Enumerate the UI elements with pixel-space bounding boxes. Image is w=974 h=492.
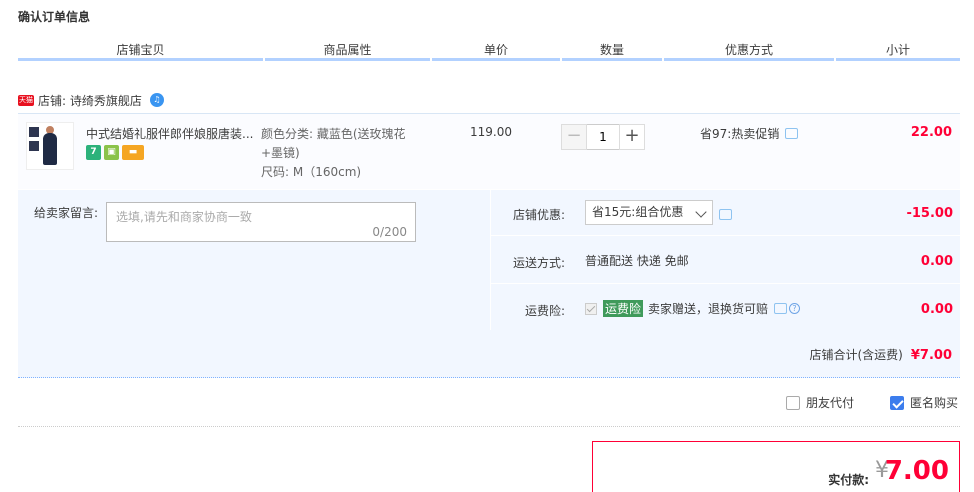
shop-total-label: 店铺合计(含运费)	[809, 348, 903, 362]
shop-row: 天猫 店铺: 诗绮秀旗舰店 ♫	[18, 90, 164, 110]
shipping-label: 运送方式:	[512, 256, 565, 270]
payment-summary: 实付款: ¥ 7.00	[592, 441, 960, 492]
shipping-amount: 0.00	[920, 254, 953, 269]
quantity-input[interactable]	[587, 124, 619, 150]
fee-section: 店铺优惠: 省15元:组合优惠 -15.00 运送方式: 普通配送 快递 免邮 …	[490, 190, 961, 332]
message-icon[interactable]	[785, 128, 799, 139]
thumbnail-decoration	[29, 141, 39, 151]
quantity-stepper: − +	[561, 124, 645, 150]
service-icons: 7 ▣ ▬	[86, 145, 144, 160]
anonymous-checkbox[interactable]	[889, 395, 904, 410]
friend-pay-label: 朋友代付	[805, 396, 854, 410]
chevron-down-icon	[695, 206, 707, 218]
thumbnail-figure-body	[43, 133, 57, 165]
message-icon[interactable]	[719, 209, 732, 220]
shop-discount-value: 省15元:组合优惠	[585, 200, 732, 225]
guarantee-icon[interactable]: ▣	[104, 145, 119, 160]
shop-total-amount: ¥7.00	[910, 348, 952, 363]
shop-discount-label: 店铺优惠:	[512, 208, 565, 222]
product-title-link[interactable]: 中式结婚礼服伴郎伴娘服唐装...	[86, 125, 256, 142]
friend-pay-option[interactable]: 朋友代付	[785, 394, 854, 411]
promotion-text: 省97:热卖促销	[700, 127, 780, 141]
attribute-color: 颜色分类: 藏蓝色(送玫瑰花+墨镜)	[261, 127, 406, 160]
page-title: 确认订单信息	[18, 10, 91, 24]
shipping-value: 普通配送 快递 免邮	[585, 254, 689, 268]
anonymous-label: 匿名购买	[909, 396, 958, 410]
anonymous-option[interactable]: 匿名购买	[889, 394, 958, 411]
product-attributes: 颜色分类: 藏蓝色(送玫瑰花+墨镜) 尺码: M（160cm)	[261, 125, 421, 182]
column-header: 店铺宝贝 商品属性 单价 数量 优惠方式 小计	[18, 40, 960, 64]
message-icon[interactable]	[774, 303, 788, 314]
message-placeholder: 选填,请先和商家协商一致	[116, 210, 252, 224]
shop-discount-selected: 省15元:组合优惠	[592, 205, 684, 219]
friend-pay-checkbox[interactable]	[785, 395, 800, 410]
shop-discount-amount: -15.00	[906, 206, 953, 221]
increase-quantity-button[interactable]: +	[619, 124, 645, 150]
payment-label: 实付款:	[828, 473, 869, 487]
shipping-row: 运送方式: 普通配送 快递 免邮 0.00	[491, 238, 961, 284]
seven-day-return-icon[interactable]: 7	[86, 145, 101, 160]
item-subtotal: 22.00	[910, 125, 952, 140]
insurance-value: 运费险 卖家赠送，退换货可赔 ?	[585, 300, 801, 317]
insurance-desc: 卖家赠送，退换货可赔	[648, 302, 769, 316]
help-icon[interactable]: ?	[789, 303, 801, 314]
attribute-size: 尺码: M（160cm)	[261, 165, 362, 179]
shop-total: 店铺合计(含运费) ¥7.00	[810, 346, 953, 363]
thumbnail-decoration	[29, 127, 39, 137]
insurance-amount: 0.00	[920, 302, 953, 317]
insurance-row: 运费险: 运费险 卖家赠送，退换货可赔 ? 0.00	[491, 286, 961, 332]
card-icon[interactable]: ▬	[122, 145, 144, 160]
column-attributes: 商品属性	[265, 40, 430, 61]
insurance-checkbox	[585, 302, 597, 315]
shop-total-row: 店铺合计(含运费) ¥7.00	[18, 330, 960, 378]
shop-discount-select[interactable]: 省15元:组合优惠	[585, 200, 713, 225]
column-subtotal: 小计	[836, 40, 960, 61]
column-item: 店铺宝贝	[18, 40, 263, 61]
message-counter: 0/200	[372, 225, 407, 239]
message-section: 给卖家留言: 选填,请先和商家协商一致 0/200	[18, 190, 488, 330]
shop-name-link[interactable]: 店铺: 诗绮秀旗舰店	[38, 92, 142, 109]
promotion: 省97:热卖促销	[700, 125, 799, 142]
insurance-tag: 运费险	[603, 300, 644, 317]
product-thumbnail[interactable]	[26, 122, 74, 170]
insurance-label: 运费险:	[524, 304, 565, 318]
shop-discount-row: 店铺优惠: 省15元:组合优惠 -15.00	[491, 190, 961, 236]
seller-message-input[interactable]: 选填,请先和商家协商一致 0/200	[106, 202, 416, 242]
order-options-panel: 给卖家留言: 选填,请先和商家协商一致 0/200 店铺优惠: 省15元:组合优…	[18, 190, 961, 332]
unit-price: 119.00	[470, 125, 512, 139]
column-discount: 优惠方式	[664, 40, 834, 61]
decrease-quantity-button[interactable]: −	[561, 124, 587, 150]
column-quantity: 数量	[562, 40, 662, 61]
message-label: 给卖家留言:	[34, 206, 99, 220]
chat-bubble-icon[interactable]: ♫	[149, 93, 164, 107]
item-row: 中式结婚礼服伴郎伴娘服唐装... 7 ▣ ▬ 颜色分类: 藏蓝色(送玫瑰花+墨镜…	[18, 113, 960, 189]
checkout-options: 朋友代付 匿名购买	[750, 394, 958, 411]
divider	[18, 426, 960, 427]
column-price: 单价	[432, 40, 560, 61]
tmall-badge-icon: 天猫	[18, 94, 34, 106]
payment-amount: 7.00	[884, 456, 949, 486]
